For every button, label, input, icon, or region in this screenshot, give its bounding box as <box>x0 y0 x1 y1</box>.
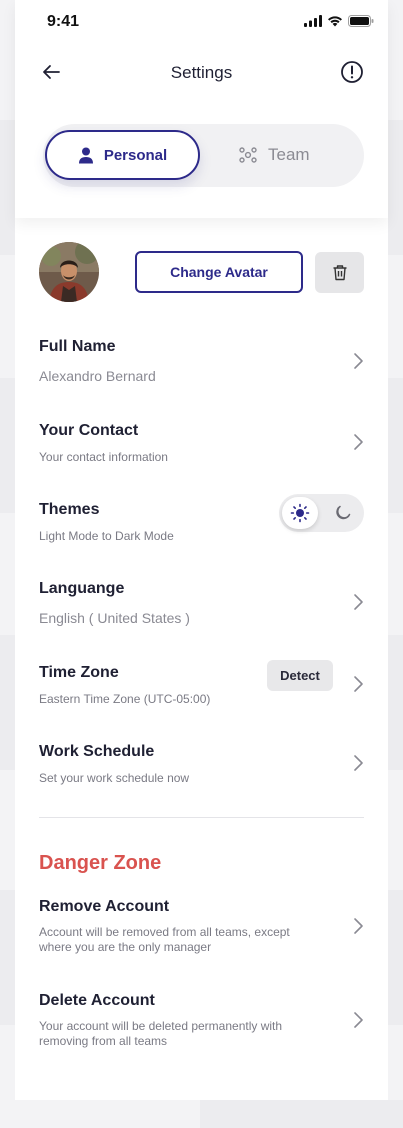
setting-value: Alexandro Bernard <box>39 368 156 384</box>
setting-description: Account will be removed from all teams, … <box>39 925 290 954</box>
setting-title: Full Name <box>39 338 116 355</box>
toggle-knob <box>282 497 318 529</box>
avatar <box>39 242 99 302</box>
background-strip <box>388 635 403 770</box>
settings-screen: 9:41 Settings Personal Team Change Avata… <box>15 0 388 1100</box>
moon-icon <box>336 505 351 520</box>
setting-description: Your account will be deleted permanently… <box>39 1019 283 1048</box>
chevron-right-icon <box>354 676 363 692</box>
status-bar: 9:41 <box>15 0 388 44</box>
background-strip <box>0 120 15 255</box>
setting-language[interactable]: Languange English ( United States ) <box>39 580 364 626</box>
background-strip <box>388 890 403 1025</box>
delete-account-item[interactable]: Delete Account Your account will be dele… <box>39 992 364 1049</box>
person-icon <box>78 147 93 163</box>
chevron-right-icon <box>354 594 363 610</box>
setting-your-contact[interactable]: Your Contact Your contact information <box>39 422 364 464</box>
setting-title: Work Schedule <box>39 743 155 760</box>
setting-title: Remove Account <box>39 898 170 915</box>
chevron-right-icon <box>354 1012 363 1028</box>
setting-value: Eastern Time Zone (UTC-05:00) <box>39 692 211 706</box>
theme-toggle[interactable] <box>279 494 364 532</box>
tab-switcher: Personal Team <box>43 124 364 187</box>
divider <box>39 817 364 818</box>
change-avatar-button[interactable]: Change Avatar <box>135 251 303 293</box>
header-area: 9:41 Settings Personal Team <box>15 0 388 218</box>
setting-title: Delete Account <box>39 992 155 1009</box>
background-strip <box>0 890 15 1025</box>
background-strip <box>200 1100 403 1128</box>
setting-themes: Themes Light Mode to Dark Mode <box>39 494 364 543</box>
setting-full-name[interactable]: Full Name Alexandro Bernard <box>39 338 364 384</box>
setting-value: Your contact information <box>39 450 168 464</box>
avatar-image <box>39 242 99 302</box>
page-title: Settings <box>170 63 233 82</box>
chevron-right-icon <box>354 755 363 771</box>
trash-icon <box>333 265 346 281</box>
background-strip <box>0 635 15 770</box>
setting-title: Languange <box>39 580 125 597</box>
chevron-right-icon <box>354 353 363 369</box>
battery-icon <box>348 15 374 27</box>
tab-personal[interactable]: Personal <box>45 130 200 180</box>
setting-work-schedule[interactable]: Work Schedule Set your work schedule now <box>39 743 364 785</box>
chevron-right-icon <box>354 918 363 934</box>
team-icon <box>239 147 257 163</box>
sun-icon <box>290 503 310 523</box>
status-icons <box>304 15 374 27</box>
setting-time-zone[interactable]: Time Zone Eastern Time Zone (UTC-05:00) … <box>39 660 364 706</box>
delete-avatar-button[interactable] <box>315 252 364 293</box>
setting-value: English ( United States ) <box>39 610 190 626</box>
setting-value: Set your work schedule now <box>39 771 190 785</box>
info-icon[interactable] <box>340 60 364 84</box>
background-strip <box>388 378 403 513</box>
background-strip <box>388 120 403 255</box>
status-time: 9:41 <box>47 13 80 30</box>
chevron-right-icon <box>354 434 363 450</box>
detect-button[interactable]: Detect <box>267 660 333 691</box>
signal-icon <box>304 15 322 27</box>
danger-zone-title: Danger Zone <box>39 852 162 874</box>
remove-account-item[interactable]: Remove Account Account will be removed f… <box>39 898 364 955</box>
setting-title: Your Contact <box>39 422 139 439</box>
tab-team[interactable]: Team <box>238 130 348 180</box>
background-strip <box>0 378 15 513</box>
tab-team-label: Team <box>268 145 310 164</box>
tab-personal-label: Personal <box>103 146 168 164</box>
wifi-icon <box>328 16 342 27</box>
